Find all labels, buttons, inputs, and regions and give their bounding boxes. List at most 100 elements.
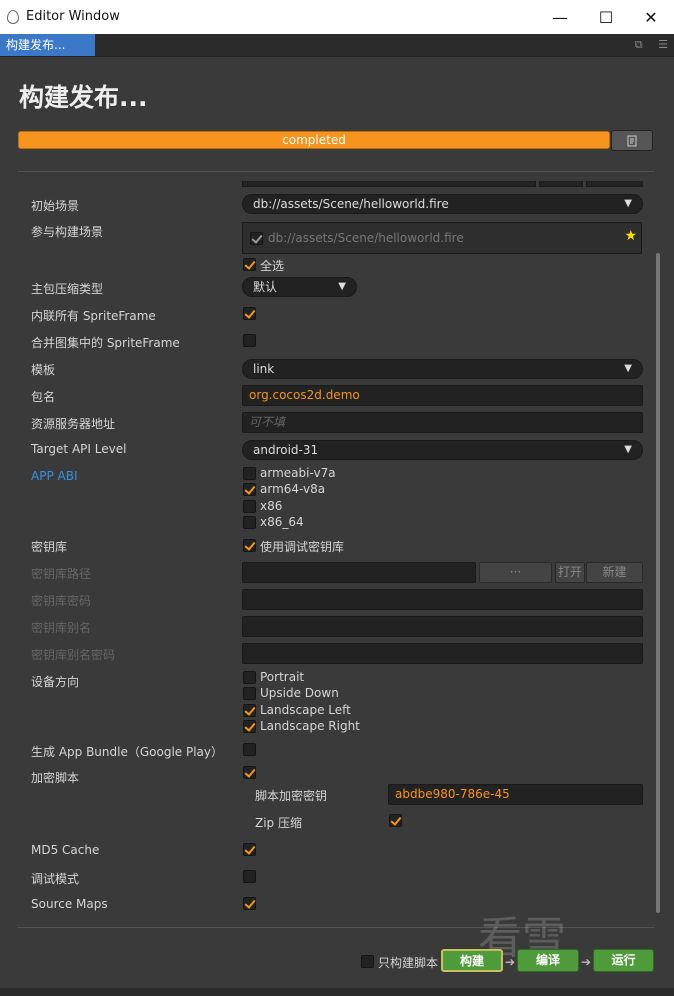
keystore-alias-password-label: 密钥库别名密码 xyxy=(31,648,116,662)
partial-button xyxy=(586,181,643,187)
app-abi-label[interactable]: APP ABI xyxy=(31,469,77,483)
app-icon xyxy=(7,10,19,24)
divider xyxy=(18,171,654,172)
star-icon: ★ xyxy=(624,228,637,244)
keystore-alias-password-input[interactable] xyxy=(242,643,643,664)
chevron-down-icon: ▼ xyxy=(624,363,632,374)
partial-button xyxy=(539,181,583,187)
merge-spriteframe-label: 合并图集中的 SpriteFrame xyxy=(31,336,180,350)
md5-cache-label: MD5 Cache xyxy=(31,843,100,857)
document-icon xyxy=(627,135,637,146)
only-script-label: 只构建脚本 xyxy=(378,956,439,970)
encrypt-key-input[interactable]: abdbe980-786e-45 xyxy=(388,784,643,805)
abi-x86-64-checkbox[interactable] xyxy=(243,516,256,529)
scrollbar[interactable] xyxy=(656,253,660,913)
use-debug-keystore-label: 使用调试密钥库 xyxy=(260,540,345,554)
source-maps-label: Source Maps xyxy=(31,897,108,911)
maximize-button[interactable]: ☐ xyxy=(583,0,629,34)
arrow-right-icon: ➔ xyxy=(581,955,592,969)
tab-build[interactable]: 构建发布... xyxy=(0,34,95,56)
partial-field xyxy=(242,181,536,187)
build-scenes-label: 参与构建场景 xyxy=(31,225,104,239)
zip-compress-label: Zip 压缩 xyxy=(255,816,302,830)
new-keystore-button[interactable]: 新建 xyxy=(586,562,643,583)
only-script-checkbox[interactable] xyxy=(361,955,374,968)
template-label: 模板 xyxy=(31,363,56,377)
template-select[interactable]: link ▼ xyxy=(242,359,643,379)
abi-option-label: armeabi-v7a xyxy=(260,466,336,480)
abi-option-label: x86_64 xyxy=(260,515,304,529)
initial-scene-select[interactable]: db://assets/Scene/helloworld.fire ▼ xyxy=(242,194,643,214)
build-progress-bar: completed xyxy=(18,131,610,149)
select-all-checkbox[interactable] xyxy=(243,258,256,271)
app-bundle-checkbox[interactable] xyxy=(243,743,256,756)
orientation-landscape-right-checkbox[interactable] xyxy=(243,720,256,733)
chevron-down-icon: ▼ xyxy=(338,281,346,292)
md5-cache-checkbox[interactable] xyxy=(243,843,256,856)
keystore-alias-label: 密钥库别名 xyxy=(31,621,92,635)
orientation-option-label: Portrait xyxy=(260,670,305,684)
target-api-label: Target API Level xyxy=(31,442,127,456)
keystore-password-input[interactable] xyxy=(242,589,643,610)
orientation-option-label: Upside Down xyxy=(260,686,339,700)
orientation-label: 设备方向 xyxy=(31,675,80,689)
page-title: 构建发布... xyxy=(19,83,148,112)
run-button[interactable]: 运行 xyxy=(593,949,654,972)
keystore-label: 密钥库 xyxy=(31,540,68,554)
chevron-down-icon: ▼ xyxy=(624,198,632,209)
keystore-alias-input[interactable] xyxy=(242,616,643,637)
package-name-label: 包名 xyxy=(31,390,56,404)
source-maps-checkbox[interactable] xyxy=(243,897,256,910)
inline-spriteframe-label: 内联所有 SpriteFrame xyxy=(31,309,156,323)
window-title: Editor Window xyxy=(26,9,120,24)
open-log-button[interactable] xyxy=(611,130,653,151)
compile-button[interactable]: 编译 xyxy=(517,949,579,972)
debug-mode-label: 调试模式 xyxy=(31,872,80,886)
abi-option-label: x86 xyxy=(260,499,283,513)
minimize-button[interactable]: — xyxy=(537,0,583,34)
abi-armeabi-v7a-checkbox[interactable] xyxy=(243,467,256,480)
compress-type-select[interactable]: 默认 ▼ xyxy=(242,277,357,297)
open-button[interactable]: 打开 xyxy=(555,562,585,583)
initial-scene-label: 初始场景 xyxy=(31,199,80,213)
merge-spriteframe-checkbox[interactable] xyxy=(243,334,256,347)
keystore-password-label: 密钥库密码 xyxy=(31,594,92,608)
build-button[interactable]: 构建 xyxy=(441,949,503,972)
initial-scene-value: db://assets/Scene/helloworld.fire xyxy=(253,197,449,211)
compress-type-label: 主包压缩类型 xyxy=(31,282,104,296)
keystore-path-input[interactable] xyxy=(242,562,476,583)
arrow-right-icon: ➔ xyxy=(505,955,516,969)
server-address-input[interactable]: 可不填 xyxy=(242,412,643,433)
chevron-down-icon: ▼ xyxy=(624,444,632,455)
orientation-option-label: Landscape Left xyxy=(260,703,351,717)
inline-spriteframe-checkbox[interactable] xyxy=(243,307,256,320)
orientation-landscape-left-checkbox[interactable] xyxy=(243,704,256,717)
bottom-edge xyxy=(0,988,674,996)
orientation-portrait-checkbox[interactable] xyxy=(243,671,256,684)
app-bundle-label: 生成 App Bundle（Google Play） xyxy=(31,745,224,759)
select-all-label: 全选 xyxy=(260,259,285,273)
close-button[interactable]: ✕ xyxy=(628,0,674,34)
orientation-upside-down-checkbox[interactable] xyxy=(243,687,256,700)
progress-label: completed xyxy=(282,133,346,147)
popout-icon[interactable]: ⧉ xyxy=(635,38,643,51)
debug-mode-checkbox[interactable] xyxy=(243,870,256,883)
tab-bar: 构建发布... ⧉ ☰ xyxy=(0,34,674,57)
scene-checkbox xyxy=(250,232,263,245)
abi-arm64-v8a-checkbox[interactable] xyxy=(243,483,256,496)
window-titlebar: Editor Window — ☐ ✕ xyxy=(0,0,674,34)
menu-icon[interactable]: ☰ xyxy=(658,38,668,51)
use-debug-keystore-checkbox[interactable] xyxy=(243,539,256,552)
template-value: link xyxy=(253,362,275,376)
compress-type-value: 默认 xyxy=(253,280,278,294)
browse-button[interactable]: ··· xyxy=(479,562,552,583)
encrypt-key-label: 脚本加密密钥 xyxy=(255,789,328,803)
zip-compress-checkbox[interactable] xyxy=(389,814,402,827)
abi-option-label: arm64-v8a xyxy=(260,482,326,496)
encrypt-js-label: 加密脚本 xyxy=(31,771,80,785)
encrypt-js-checkbox[interactable] xyxy=(243,766,256,779)
package-name-input[interactable]: org.cocos2d.demo xyxy=(242,385,643,406)
keystore-path-label: 密钥库路径 xyxy=(31,567,92,581)
target-api-select[interactable]: android-31 ▼ xyxy=(242,440,643,460)
abi-x86-checkbox[interactable] xyxy=(243,500,256,513)
